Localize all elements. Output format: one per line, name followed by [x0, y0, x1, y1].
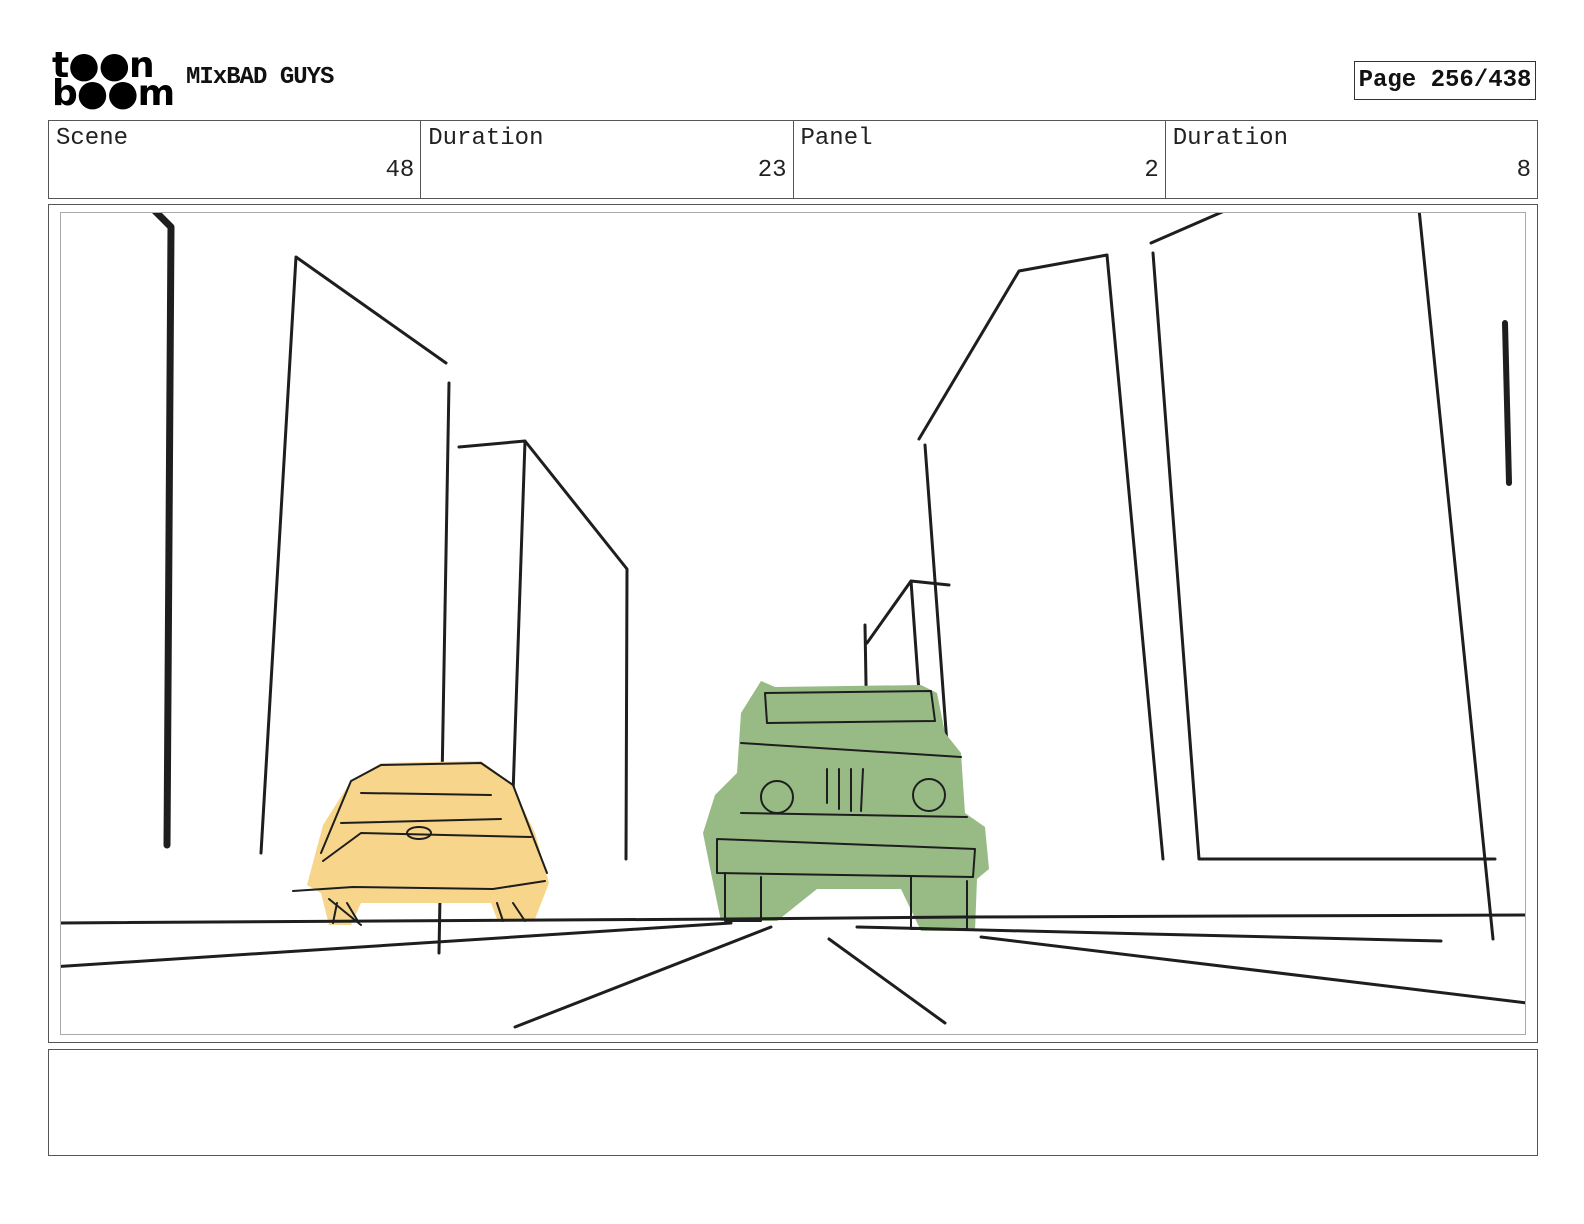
scene-cell: Scene 48 — [49, 121, 422, 198]
road-center-left — [513, 925, 773, 1029]
sketch-svg — [61, 213, 1525, 1029]
panel-label: Panel — [800, 125, 873, 152]
logo-line-2: b●●m — [52, 73, 175, 114]
right-edge-pole — [1502, 320, 1512, 486]
project-title: MIxBAD GUYS — [186, 64, 334, 91]
lamp-pole — [152, 213, 175, 849]
panel-duration-label: Duration — [1172, 125, 1288, 152]
road-left-edge — [61, 921, 733, 968]
panel-cell: Panel 2 — [794, 121, 1166, 198]
panel-info-row: Scene 48 Duration 23 Panel 2 Duration 8 — [48, 120, 1538, 199]
toonboom-logo: t●●n b●●m — [52, 48, 175, 114]
road-right-edge-2 — [979, 935, 1525, 1005]
scene-duration-cell: Duration 23 — [421, 121, 794, 198]
page-number: Page 256/438 — [1354, 61, 1536, 100]
horizon-line — [61, 913, 1525, 925]
storyboard-panel-drawing — [60, 212, 1526, 1035]
yellow-car — [292, 761, 549, 926]
road-center-right — [827, 937, 947, 1025]
scene-label: Scene — [56, 125, 129, 152]
right-building-3 — [1149, 213, 1497, 861]
panel-duration-cell: Duration 8 — [1166, 121, 1537, 198]
scene-value: 48 — [385, 157, 415, 184]
scene-duration-label: Duration — [428, 125, 544, 152]
notes-box — [48, 1049, 1538, 1156]
panel-duration-value: 8 — [1516, 157, 1531, 184]
panel-value: 2 — [1144, 157, 1159, 184]
road-right-edge-1 — [855, 925, 1443, 943]
scene-duration-value: 23 — [757, 157, 787, 184]
right-building-4 — [1417, 213, 1495, 941]
